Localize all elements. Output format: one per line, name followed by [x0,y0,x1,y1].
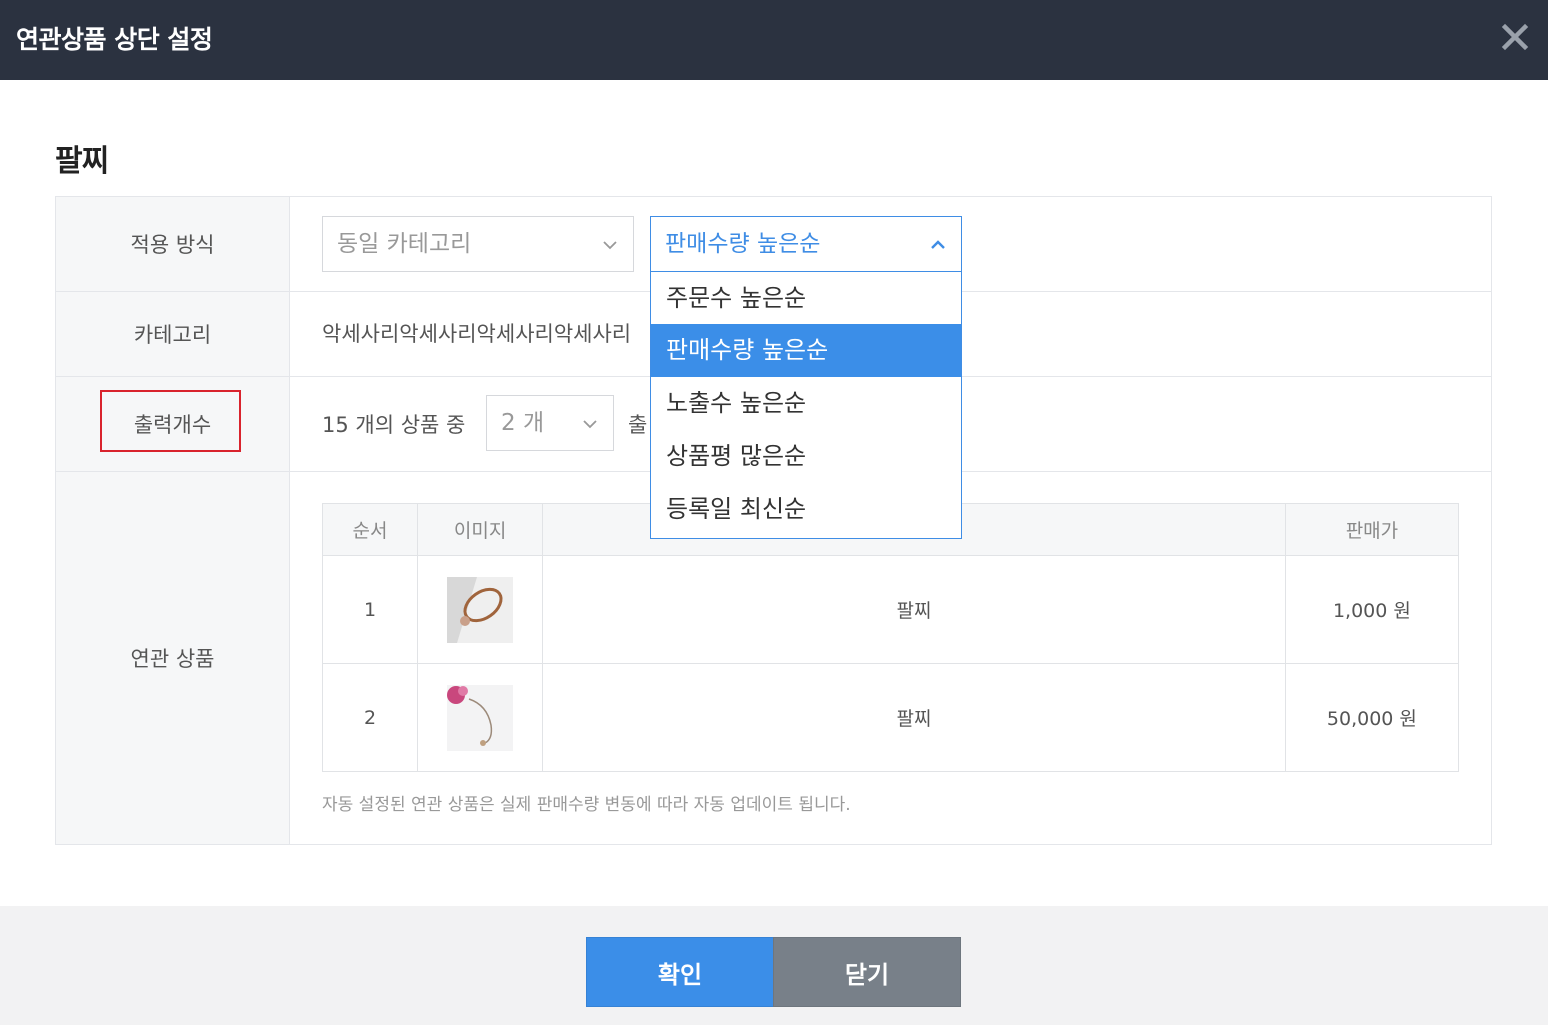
col-price: 판매가 [1284,503,1460,556]
sort-option[interactable]: 상품평 많은순 [651,430,961,483]
col-image: 이미지 [417,503,544,556]
product-thumbnail [447,576,514,643]
row-product-name: 팔찌 [542,663,1286,772]
category-value: 악세사리악세사리악세사리악세사리 [322,322,632,346]
sort-dropdown: 주문수 높은순 판매수량 높은순 노출수 높은순 상품평 많은순 등록일 최신순 [650,271,962,539]
output-count-select[interactable]: 2 개 [486,395,614,451]
output-count-value: 2 개 [501,410,545,436]
sort-option[interactable]: 주문수 높은순 [651,271,961,324]
label-apply-method: 적용 방식 [56,197,290,291]
category-mode-value: 동일 카테고리 [337,231,472,257]
related-products-table: 순서 이미지 판매가 1 팔찌 1,000 원 2 팔찌 50,000 원 [321,503,1460,772]
confirm-button[interactable]: 확인 [586,937,774,1007]
auto-update-note: 자동 설정된 연관 상품은 실제 판매수량 변동에 따라 자동 업데이트 됩니다… [322,795,851,815]
chevron-up-icon [931,240,945,249]
chevron-down-icon [603,241,617,250]
output-count-prefix: 15 개의 상품 중 [322,413,466,437]
product-thumbnail [447,684,514,751]
row-order: 1 [321,555,419,664]
table-row: 2 팔찌 50,000 원 [321,663,1460,772]
sort-option[interactable]: 등록일 최신순 [651,483,961,536]
sort-value: 판매수량 높은순 [665,231,821,257]
modal-header: 연관상품 상단 설정 [0,0,1548,80]
row-product-name: 팔찌 [542,555,1286,664]
category-mode-select[interactable]: 동일 카테고리 [322,216,634,272]
row-order: 2 [321,663,419,772]
sort-option-selected[interactable]: 판매수량 높은순 [651,324,961,377]
table-row: 1 팔찌 1,000 원 [321,555,1460,664]
label-category: 카테고리 [56,292,290,376]
row-price: 50,000 원 [1284,663,1460,772]
sort-option[interactable]: 노출수 높은순 [651,377,961,430]
highlight-box [100,390,241,452]
close-icon[interactable] [1498,20,1532,54]
output-count-suffix: 출 [628,413,648,437]
row-price: 1,000 원 [1284,555,1460,664]
label-related-products: 연관 상품 [56,472,290,844]
modal-footer: 확인 닫기 [0,906,1548,1025]
modal-title: 연관상품 상단 설정 [16,25,213,54]
chevron-down-icon [583,420,597,429]
col-order: 순서 [321,503,419,556]
close-button[interactable]: 닫기 [773,937,961,1007]
section-title: 팔찌 [55,144,109,179]
sort-select[interactable]: 판매수량 높은순 [650,216,962,272]
